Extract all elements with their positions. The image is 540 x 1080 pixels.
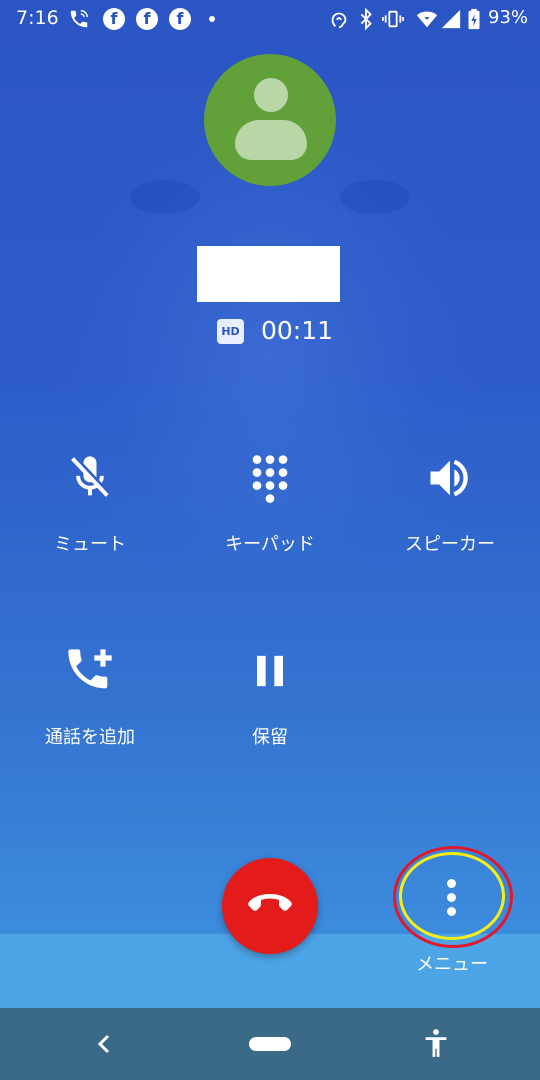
- keypad-button[interactable]: キーパッド: [195, 452, 345, 556]
- back-icon[interactable]: [94, 1030, 114, 1058]
- menu-button[interactable]: [393, 846, 513, 948]
- bluetooth-icon: [360, 8, 372, 30]
- dialpad-icon: [252, 455, 288, 503]
- mic-off-icon: [71, 455, 111, 497]
- keypad-label: キーパッド: [225, 534, 315, 555]
- avatar-person-body: [235, 120, 307, 160]
- background-photo: [60, 120, 480, 640]
- wifi-icon: [416, 11, 438, 28]
- status-time: 7:16: [16, 7, 59, 29]
- nfc-icon: [331, 12, 347, 29]
- speaker-button[interactable]: スピーカー: [375, 452, 525, 556]
- more-vert-icon: [447, 879, 456, 921]
- hold-button[interactable]: 保留: [195, 645, 345, 749]
- navigation-bar: [0, 1008, 540, 1080]
- vibrate-icon: [382, 10, 404, 28]
- end-call-button[interactable]: [222, 858, 318, 954]
- mute-button[interactable]: ミュート: [15, 452, 165, 556]
- home-button[interactable]: [249, 1037, 291, 1051]
- facebook-icon: f: [103, 8, 125, 30]
- dot-icon: [209, 16, 215, 22]
- status-bar: 7:16 f f f 93%: [0, 0, 540, 36]
- battery-icon: [468, 8, 480, 30]
- phone-wifi-icon: [70, 10, 88, 28]
- hang-up-icon: [248, 894, 292, 911]
- facebook-icon: f: [169, 8, 191, 30]
- caller-name-redacted: [197, 246, 340, 302]
- avatar-person-head: [254, 78, 288, 112]
- signal-icon: [441, 9, 461, 29]
- facebook-icon: f: [136, 8, 158, 30]
- speaker-label: スピーカー: [405, 534, 495, 555]
- hold-label: 保留: [252, 727, 288, 748]
- add-call-icon: [68, 649, 112, 689]
- mute-label: ミュート: [54, 534, 126, 555]
- speaker-icon: [430, 459, 468, 497]
- add-call-label: 通話を追加: [45, 727, 135, 748]
- background-photo-eye: [340, 180, 410, 214]
- call-duration: 00:11: [261, 316, 334, 345]
- background-photo-eye: [130, 180, 200, 214]
- accessibility-icon[interactable]: [422, 1028, 450, 1058]
- pause-icon: [257, 655, 283, 687]
- menu-label: メニュー: [416, 954, 488, 975]
- contact-avatar: [204, 54, 336, 186]
- hd-voice-badge: HD: [217, 319, 244, 344]
- battery-percent: 93%: [488, 7, 529, 28]
- add-call-button[interactable]: 通話を追加: [15, 645, 165, 749]
